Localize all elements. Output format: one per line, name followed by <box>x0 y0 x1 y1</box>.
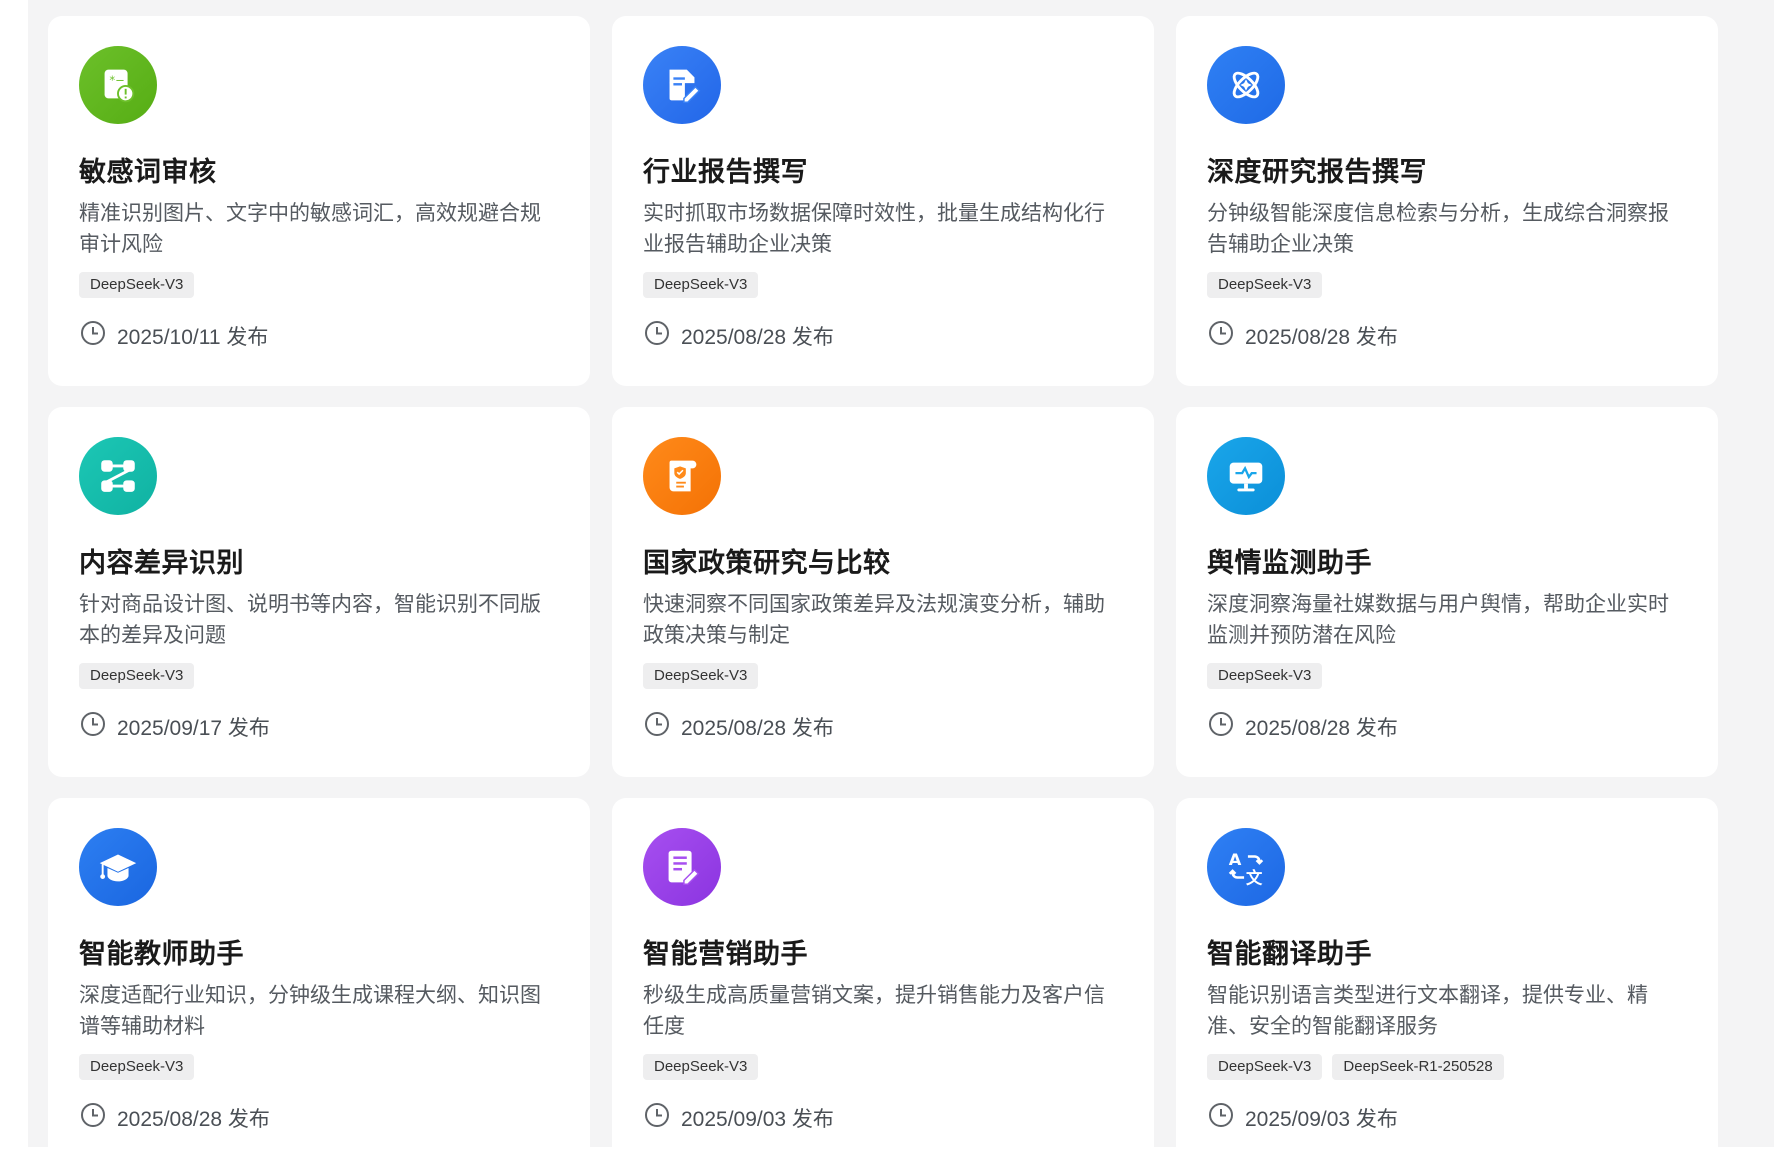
publish-info: 2025/08/28 发布 <box>1207 319 1688 353</box>
svg-text:*−: *− <box>109 73 124 87</box>
clock-icon <box>1207 1101 1245 1135</box>
card-description: 针对商品设计图、说明书等内容，智能识别不同版本的差异及问题 <box>79 593 541 647</box>
model-tags: DeepSeek-V3 <box>1207 663 1688 689</box>
card-description: 秒级生成高质量营销文案，提升销售能力及客户信任度 <box>643 984 1105 1038</box>
publish-info: 2025/08/28 发布 <box>643 319 1124 353</box>
publish-date: 2025/09/17 发布 <box>117 717 270 740</box>
app-card[interactable]: 国家政策研究与比较 快速洞察不同国家政策差异及法规演变分析，辅助政策决策与制定 … <box>612 407 1154 777</box>
app-card[interactable]: 舆情监测助手 深度洞察海量社媒数据与用户舆情，帮助企业实时监测并预防潜在风险 D… <box>1176 407 1718 777</box>
model-tags: DeepSeek-V3 <box>643 272 1124 298</box>
card-description: 精准识别图片、文字中的敏感词汇，高效规避合规审计风险 <box>79 202 541 256</box>
publish-date: 2025/08/28 发布 <box>1245 717 1398 740</box>
note-edit-icon <box>643 828 721 906</box>
publish-info: 2025/09/03 发布 <box>643 1101 1124 1135</box>
flow-compare-icon <box>79 437 157 515</box>
publish-date: 2025/09/03 发布 <box>681 1108 834 1131</box>
card-description: 快速洞察不同国家政策差异及法规演变分析，辅助政策决策与制定 <box>643 593 1105 647</box>
publish-date: 2025/09/03 发布 <box>1245 1108 1398 1131</box>
model-tag: DeepSeek-V3 <box>79 272 195 298</box>
app-card-grid: *− 敏感词审核 精准识别图片、文字中的敏感词汇，高效规避合规审计风险 Deep… <box>48 16 1718 1168</box>
model-tag: DeepSeek-V3 <box>79 663 195 689</box>
publish-date: 2025/08/28 发布 <box>117 1108 270 1131</box>
clock-icon <box>643 710 681 744</box>
card-description: 智能识别语言类型进行文本翻译，提供专业、精准、安全的智能翻译服务 <box>1207 984 1648 1038</box>
publish-date: 2025/10/11 发布 <box>117 326 269 349</box>
model-tag: DeepSeek-V3 <box>79 1054 195 1080</box>
card-description: 深度洞察海量社媒数据与用户舆情，帮助企业实时监测并预防潜在风险 <box>1207 593 1669 647</box>
translate-icon: A文 <box>1207 828 1285 906</box>
model-tag: DeepSeek-V3 <box>643 663 759 689</box>
publish-date: 2025/08/28 发布 <box>1245 326 1398 349</box>
monitor-pulse-icon <box>1207 437 1285 515</box>
model-tag: DeepSeek-V3 <box>643 1054 759 1080</box>
atom-icon <box>1207 46 1285 124</box>
app-card[interactable]: A文 智能翻译助手 智能识别语言类型进行文本翻译，提供专业、精准、安全的智能翻译… <box>1176 798 1718 1168</box>
app-card[interactable]: 内容差异识别 针对商品设计图、说明书等内容，智能识别不同版本的差异及问题 Dee… <box>48 407 590 777</box>
sensitive-audit-icon: *− <box>79 46 157 124</box>
model-tags: DeepSeek-V3 <box>643 663 1124 689</box>
publish-info: 2025/09/17 发布 <box>79 710 560 744</box>
model-tag: DeepSeek-R1-250528 <box>1332 1054 1504 1080</box>
card-title: 智能教师助手 <box>79 939 244 969</box>
clock-icon <box>79 710 117 744</box>
svg-text:A: A <box>1229 850 1242 869</box>
svg-text:文: 文 <box>1246 868 1263 887</box>
clock-icon <box>1207 319 1245 353</box>
model-tags: DeepSeek-V3 <box>79 663 560 689</box>
clock-icon <box>79 1101 117 1135</box>
publish-info: 2025/08/28 发布 <box>1207 710 1688 744</box>
card-title: 内容差异识别 <box>79 548 244 578</box>
model-tag: DeepSeek-V3 <box>1207 663 1323 689</box>
card-title: 智能翻译助手 <box>1207 939 1372 969</box>
card-title: 国家政策研究与比较 <box>643 548 891 578</box>
publish-date: 2025/08/28 发布 <box>681 717 834 740</box>
model-tag: DeepSeek-V3 <box>1207 1054 1323 1080</box>
policy-scroll-icon <box>643 437 721 515</box>
model-tags: DeepSeek-V3 <box>643 1054 1124 1080</box>
app-card[interactable]: 行业报告撰写 实时抓取市场数据保障时效性，批量生成结构化行业报告辅助企业决策 D… <box>612 16 1154 386</box>
model-tags: DeepSeek-V3 <box>79 272 560 298</box>
clock-icon <box>643 1101 681 1135</box>
card-title: 敏感词审核 <box>79 157 217 187</box>
app-card[interactable]: 智能教师助手 深度适配行业知识，分钟级生成课程大纲、知识图谱等辅助材料 Deep… <box>48 798 590 1168</box>
app-card[interactable]: 深度研究报告撰写 分钟级智能深度信息检索与分析，生成综合洞察报告辅助企业决策 D… <box>1176 16 1718 386</box>
model-tag: DeepSeek-V3 <box>643 272 759 298</box>
document-edit-icon <box>643 46 721 124</box>
model-tags: DeepSeek-V3 DeepSeek-R1-250528 <box>1207 1054 1688 1080</box>
model-tags: DeepSeek-V3 <box>79 1054 560 1080</box>
card-description: 深度适配行业知识，分钟级生成课程大纲、知识图谱等辅助材料 <box>79 984 541 1038</box>
card-title: 行业报告撰写 <box>643 157 808 187</box>
clock-icon <box>643 319 681 353</box>
app-card[interactable]: 智能营销助手 秒级生成高质量营销文案，提升销售能力及客户信任度 DeepSeek… <box>612 798 1154 1168</box>
card-title: 深度研究报告撰写 <box>1207 157 1427 187</box>
clock-icon <box>1207 710 1245 744</box>
publish-info: 2025/08/28 发布 <box>79 1101 560 1135</box>
graduation-cap-icon <box>79 828 157 906</box>
publish-info: 2025/09/03 发布 <box>1207 1101 1688 1135</box>
card-title: 舆情监测助手 <box>1207 548 1372 578</box>
publish-date: 2025/08/28 发布 <box>681 326 834 349</box>
model-tags: DeepSeek-V3 <box>1207 272 1688 298</box>
clock-icon <box>79 319 117 353</box>
app-card[interactable]: *− 敏感词审核 精准识别图片、文字中的敏感词汇，高效规避合规审计风险 Deep… <box>48 16 590 386</box>
publish-info: 2025/10/11 发布 <box>79 319 560 353</box>
card-description: 实时抓取市场数据保障时效性，批量生成结构化行业报告辅助企业决策 <box>643 202 1105 256</box>
card-title: 智能营销助手 <box>643 939 808 969</box>
publish-info: 2025/08/28 发布 <box>643 710 1124 744</box>
model-tag: DeepSeek-V3 <box>1207 272 1323 298</box>
card-description: 分钟级智能深度信息检索与分析，生成综合洞察报告辅助企业决策 <box>1207 202 1669 256</box>
